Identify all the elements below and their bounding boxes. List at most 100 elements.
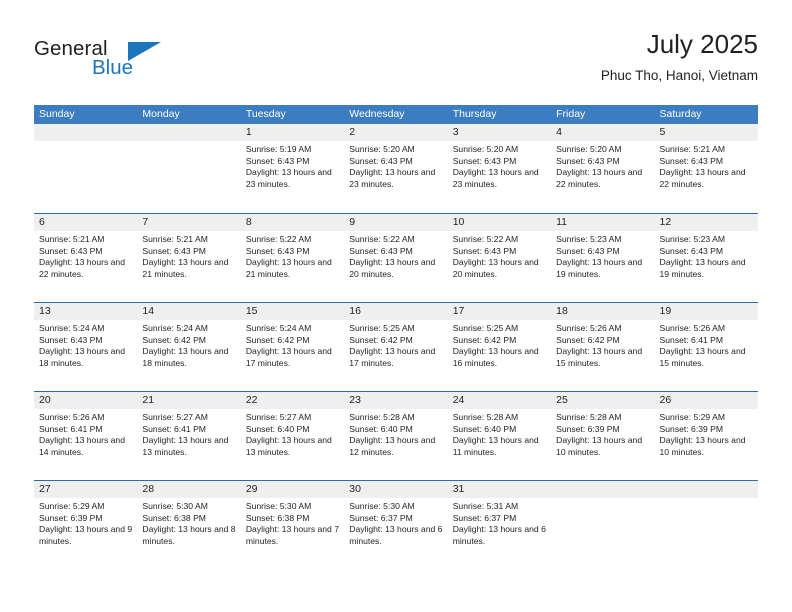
- day-sun-info: Sunrise: 5:30 AM Sunset: 6:37 PM Daylight:…: [344, 498, 447, 547]
- calendar-day-cell-empty: [137, 124, 241, 213]
- daylight-text: Daylight: 13 hours and 6 minutes.: [452, 524, 546, 546]
- day-number: 19: [654, 303, 758, 320]
- calendar-day-cell[interactable]: 21 Sunrise: 5:27 AM Sunset: 6:41 PM Dayligh…: [137, 392, 241, 480]
- calendar-day-cell[interactable]: 17 Sunrise: 5:25 AM Sunset: 6:42 PM Dayligh…: [447, 303, 552, 391]
- day-sun-info: Sunrise: 5:29 AM Sunset: 6:39 PM Daylight:…: [34, 498, 137, 547]
- sunrise-text: Sunrise: 5:22 AM: [245, 234, 312, 244]
- daylight-text: Daylight: 13 hours and 21 minutes.: [245, 257, 332, 279]
- sunset-text: Sunset: 6:41 PM: [142, 423, 206, 434]
- sunrise-text: Sunrise: 5:22 AM: [349, 234, 415, 244]
- weekday-header-sunday: Sunday: [39, 108, 75, 120]
- sunrise-text: Sunrise: 5:19 AM: [245, 144, 312, 154]
- calendar-day-cell[interactable]: 30 Sunrise: 5:30 AM Sunset: 6:37 PM Dayligh…: [344, 481, 448, 569]
- calendar-day-cell[interactable]: 9 Sunrise: 5:22 AM Sunset: 6:43 PM Daylight…: [344, 214, 448, 302]
- calendar-day-cell[interactable]: 28 Sunrise: 5:30 AM Sunset: 6:38 PM Dayligh…: [137, 481, 241, 569]
- day-number: 4: [551, 124, 655, 141]
- calendar-day-cell[interactable]: 18 Sunrise: 5:26 AM Sunset: 6:42 PM Dayligh…: [551, 303, 655, 391]
- calendar-day-cell[interactable]: 2 Sunrise: 5:20 AM Sunset: 6:43 PM Daylight…: [344, 124, 448, 213]
- day-number: 26: [654, 392, 758, 409]
- calendar-week-row: 6 Sunrise: 5:21 AM Sunset: 6:43 PM Daylight…: [34, 213, 758, 302]
- daylight-text: Daylight: 13 hours and 16 minutes.: [452, 346, 539, 368]
- day-sun-info: Sunrise: 5:27 AM Sunset: 6:40 PM Daylight:…: [241, 409, 344, 458]
- calendar-day-cell[interactable]: 3 Sunrise: 5:20 AM Sunset: 6:43 PM Daylight…: [447, 124, 552, 213]
- sunrise-text: Sunrise: 5:30 AM: [142, 501, 208, 511]
- daylight-text: Daylight: 13 hours and 17 minutes.: [349, 346, 436, 368]
- daylight-text: Daylight: 13 hours and 7 minutes.: [245, 524, 340, 546]
- calendar-day-cell[interactable]: 14 Sunrise: 5:24 AM Sunset: 6:42 PM Dayligh…: [137, 303, 241, 391]
- weekday-header-saturday: Saturday: [659, 108, 702, 120]
- calendar-day-cell[interactable]: 27 Sunrise: 5:29 AM Sunset: 6:39 PM Dayligh…: [34, 481, 138, 569]
- day-sun-info: Sunrise: 5:26 AM Sunset: 6:42 PM Daylight:…: [551, 320, 654, 369]
- daylight-text: Daylight: 13 hours and 23 minutes.: [349, 167, 436, 189]
- calendar-day-cell[interactable]: 24 Sunrise: 5:28 AM Sunset: 6:40 PM Dayligh…: [447, 392, 552, 480]
- page-subtitle: Phuc Tho, Hanoi, Vietnam: [600, 68, 758, 83]
- sunrise-text: Sunrise: 5:26 AM: [659, 323, 725, 333]
- day-sun-info: Sunrise: 5:24 AM Sunset: 6:43 PM Daylight:…: [34, 320, 137, 369]
- sunset-text: Sunset: 6:43 PM: [349, 155, 413, 166]
- day-number: 13: [34, 303, 138, 320]
- daylight-text: Daylight: 13 hours and 11 minutes.: [452, 435, 539, 457]
- calendar-day-cell[interactable]: 1 Sunrise: 5:19 AM Sunset: 6:43 PM Daylight…: [240, 124, 345, 213]
- calendar-day-cell[interactable]: 20 Sunrise: 5:26 AM Sunset: 6:41 PM Dayligh…: [34, 392, 138, 480]
- day-number: 3: [447, 124, 552, 141]
- calendar-day-cell[interactable]: 25 Sunrise: 5:28 AM Sunset: 6:39 PM Dayligh…: [551, 392, 655, 480]
- day-number: [654, 481, 758, 498]
- calendar-day-cell[interactable]: 31 Sunrise: 5:31 AM Sunset: 6:37 PM Dayligh…: [447, 481, 552, 569]
- general-blue-logo[interactable]: General Blue: [34, 38, 254, 90]
- calendar-day-cell[interactable]: 10 Sunrise: 5:22 AM Sunset: 6:43 PM Dayligh…: [447, 214, 552, 302]
- day-number: [551, 481, 655, 498]
- calendar-day-cell[interactable]: 13 Sunrise: 5:24 AM Sunset: 6:43 PM Dayligh…: [34, 303, 138, 391]
- calendar-day-cell[interactable]: 19 Sunrise: 5:26 AM Sunset: 6:41 PM Dayligh…: [654, 303, 758, 391]
- sunrise-text: Sunrise: 5:22 AM: [452, 234, 519, 244]
- calendar-day-cell[interactable]: 23 Sunrise: 5:28 AM Sunset: 6:40 PM Dayligh…: [344, 392, 448, 480]
- day-sun-info: Sunrise: 5:20 AM Sunset: 6:43 PM Daylight:…: [344, 141, 447, 190]
- sunset-text: Sunset: 6:43 PM: [556, 245, 620, 256]
- calendar-day-cell[interactable]: 4 Sunrise: 5:20 AM Sunset: 6:43 PM Daylight…: [551, 124, 655, 213]
- calendar-day-cell[interactable]: 6 Sunrise: 5:21 AM Sunset: 6:43 PM Daylight…: [34, 214, 138, 302]
- calendar-day-cell[interactable]: 12 Sunrise: 5:23 AM Sunset: 6:43 PM Dayligh…: [654, 214, 758, 302]
- calendar-day-cell[interactable]: 8 Sunrise: 5:22 AM Sunset: 6:43 PM Daylight…: [240, 214, 345, 302]
- sunrise-text: Sunrise: 5:25 AM: [349, 323, 415, 333]
- sunset-text: Sunset: 6:42 PM: [245, 334, 310, 345]
- day-number: 6: [34, 214, 138, 231]
- daylight-text: Daylight: 13 hours and 9 minutes.: [39, 524, 133, 546]
- sunset-text: Sunset: 6:39 PM: [39, 512, 103, 523]
- sunset-text: Sunset: 6:43 PM: [556, 155, 620, 166]
- calendar-day-cell[interactable]: 16 Sunrise: 5:25 AM Sunset: 6:42 PM Dayligh…: [344, 303, 448, 391]
- calendar-day-cell[interactable]: 29 Sunrise: 5:30 AM Sunset: 6:38 PM Dayligh…: [240, 481, 345, 569]
- sunrise-text: Sunrise: 5:24 AM: [39, 323, 105, 333]
- day-number: 2: [344, 124, 448, 141]
- calendar-body: 1 Sunrise: 5:19 AM Sunset: 6:43 PM Daylight…: [34, 124, 758, 569]
- logo-text-blue: Blue: [92, 56, 134, 79]
- day-sun-info: Sunrise: 5:30 AM Sunset: 6:38 PM Daylight:…: [137, 498, 240, 547]
- sunset-text: Sunset: 6:41 PM: [39, 423, 103, 434]
- day-number: 7: [137, 214, 241, 231]
- calendar-day-cell[interactable]: 26 Sunrise: 5:29 AM Sunset: 6:39 PM Dayligh…: [654, 392, 758, 480]
- day-sun-info: Sunrise: 5:24 AM Sunset: 6:42 PM Daylight:…: [137, 320, 240, 369]
- day-number: [137, 124, 241, 141]
- calendar-day-cell[interactable]: 22 Sunrise: 5:27 AM Sunset: 6:40 PM Dayligh…: [240, 392, 345, 480]
- day-sun-info: Sunrise: 5:29 AM Sunset: 6:39 PM Daylight:…: [655, 409, 758, 458]
- sunrise-text: Sunrise: 5:29 AM: [39, 501, 105, 511]
- calendar-day-cell[interactable]: 5 Sunrise: 5:21 AM Sunset: 6:43 PM Daylight…: [654, 124, 758, 213]
- calendar-day-cell[interactable]: 7 Sunrise: 5:21 AM Sunset: 6:43 PM Daylight…: [137, 214, 241, 302]
- calendar-day-cell-empty: [551, 481, 655, 569]
- calendar-day-cell[interactable]: 11 Sunrise: 5:23 AM Sunset: 6:43 PM Dayligh…: [551, 214, 655, 302]
- sunrise-text: Sunrise: 5:23 AM: [556, 234, 622, 244]
- weekday-header-wednesday: Wednesday: [349, 108, 405, 120]
- sunrise-text: Sunrise: 5:24 AM: [245, 323, 312, 333]
- sunrise-text: Sunrise: 5:20 AM: [556, 144, 622, 154]
- day-number: [34, 124, 138, 141]
- sunrise-text: Sunrise: 5:26 AM: [556, 323, 622, 333]
- daylight-text: Daylight: 13 hours and 15 minutes.: [659, 346, 746, 368]
- day-sun-info: Sunrise: 5:24 AM Sunset: 6:42 PM Daylight:…: [241, 320, 344, 369]
- daylight-text: Daylight: 13 hours and 17 minutes.: [245, 346, 332, 368]
- day-number: 31: [447, 481, 552, 498]
- sunrise-text: Sunrise: 5:30 AM: [349, 501, 415, 511]
- sunrise-text: Sunrise: 5:28 AM: [556, 412, 622, 422]
- sunset-text: Sunset: 6:43 PM: [349, 245, 413, 256]
- sunset-text: Sunset: 6:37 PM: [349, 512, 413, 523]
- daylight-text: Daylight: 13 hours and 13 minutes.: [142, 435, 229, 457]
- calendar-day-cell[interactable]: 15 Sunrise: 5:24 AM Sunset: 6:42 PM Dayligh…: [240, 303, 345, 391]
- calendar-week-row: 1 Sunrise: 5:19 AM Sunset: 6:43 PM Daylight…: [34, 124, 758, 213]
